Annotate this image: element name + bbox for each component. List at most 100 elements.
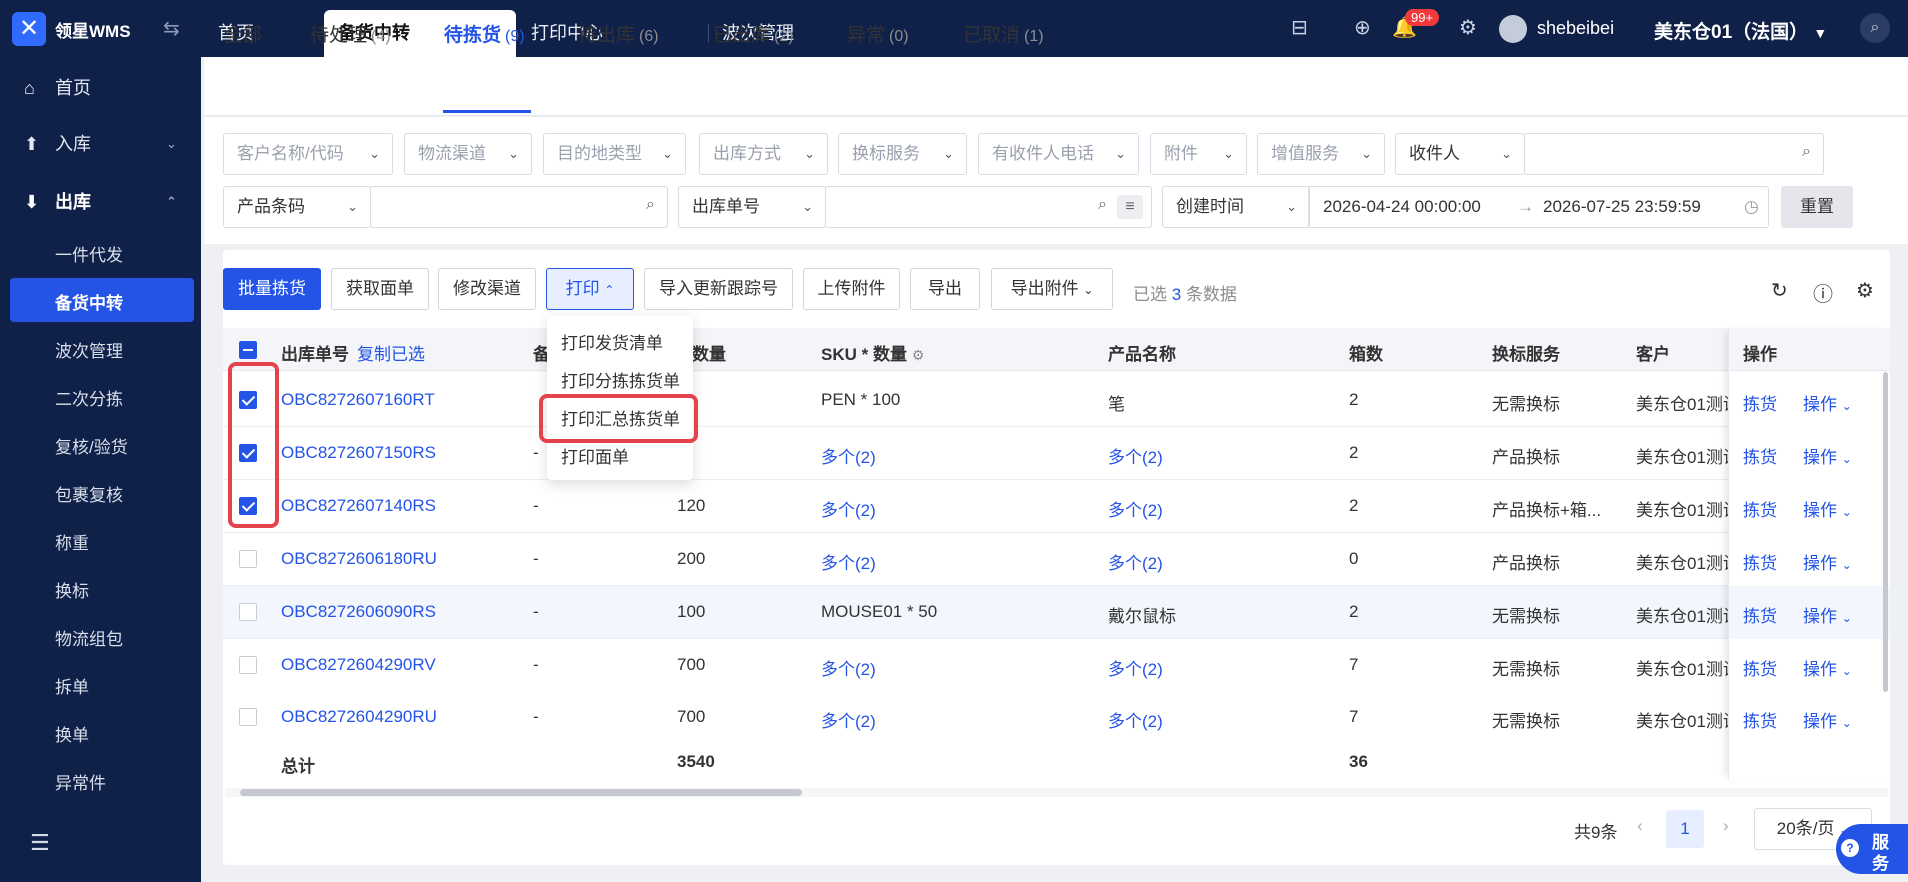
order-field-select[interactable]: 出库单号 ⌄ — [678, 186, 826, 228]
copy-selected-link[interactable]: 复制已选 — [357, 340, 425, 365]
order-no-link[interactable]: OBC8272606180RU — [281, 549, 437, 569]
sidebar-item-secondary-sort[interactable]: 二次分拣 — [55, 385, 123, 410]
row-checkbox[interactable] — [239, 656, 257, 674]
product-cell[interactable]: 多个(2) — [1108, 655, 1163, 680]
multi-line-icon[interactable]: ≡ — [1117, 195, 1143, 219]
sidebar-item-home[interactable]: ⌂ 首页 — [0, 68, 201, 108]
recipient-phone-select[interactable]: 有收件人电话 ⌄ — [978, 133, 1139, 175]
sku-cell[interactable]: 多个(2) — [821, 707, 876, 732]
date-start[interactable]: 2026-04-24 00:00:00 — [1323, 187, 1481, 227]
tab-cancelled[interactable]: 已取消 (1) — [963, 20, 1044, 47]
print-button[interactable]: 打印 ⌃ — [546, 268, 634, 310]
sidebar-item-exception[interactable]: 异常件 — [55, 769, 106, 794]
sidebar-item-logistics-pack[interactable]: 物流组包 — [55, 625, 123, 650]
help-icon[interactable]: ⓘ — [1813, 278, 1833, 307]
tab-to-ship[interactable]: 待出库 (6) — [578, 20, 659, 47]
page-button[interactable]: 1 — [1666, 810, 1704, 848]
destination-type-select[interactable]: 目的地类型 ⌄ — [543, 133, 686, 175]
tab-to-pick[interactable]: 待拣货 (9) — [444, 20, 525, 47]
sidebar-item-review[interactable]: 复核/验货 — [55, 433, 128, 458]
vertical-scrollbar[interactable] — [1883, 372, 1888, 692]
sku-cell[interactable]: 多个(2) — [821, 496, 876, 521]
customer-cell: 美东仓01测试 — [1636, 501, 1728, 520]
get-label-button[interactable]: 获取面单 — [331, 268, 429, 310]
export-attachment-label: 导出附件 — [1010, 279, 1079, 298]
tab-shipped[interactable]: 已出库 (2) — [713, 20, 794, 47]
recipient-field-select[interactable]: 收件人 ⌄ — [1395, 133, 1525, 175]
sidebar-item-wave[interactable]: 波次管理 — [55, 337, 123, 362]
relabel-service-select[interactable]: 换标服务 ⌄ — [838, 133, 967, 175]
next-page-icon[interactable]: › — [1723, 816, 1729, 836]
product-cell[interactable]: 多个(2) — [1108, 549, 1163, 574]
app-logo[interactable]: ✕ — [12, 12, 46, 46]
search-icon[interactable]: ⌕ — [646, 196, 655, 214]
search-icon[interactable]: ⌕ — [1098, 196, 1107, 214]
recipient-search-input[interactable]: ⌕ — [1524, 133, 1824, 175]
warehouse-selector[interactable]: 美东仓01（法国） ▼ — [1654, 17, 1827, 44]
row-checkbox[interactable] — [239, 708, 257, 726]
switch-icon[interactable]: ⇆ — [163, 16, 180, 41]
search-icon[interactable]: ⌕ — [1860, 13, 1890, 43]
row-checkbox[interactable] — [239, 603, 257, 621]
tab-exception[interactable]: 异常 (0) — [847, 20, 909, 47]
row-checkbox[interactable] — [239, 550, 257, 568]
sidebar-item-dropship[interactable]: 一件代发 — [55, 241, 123, 266]
tab-pending[interactable]: 待处理 (4) — [310, 20, 391, 47]
download-icon[interactable]: ⊕ — [1354, 15, 1371, 40]
date-end[interactable]: 2026-07-25 23:59:59 — [1543, 187, 1701, 227]
tab-all[interactable]: 全部 — [224, 20, 262, 47]
sidebar-item-weigh[interactable]: 称重 — [55, 529, 89, 554]
barcode-field-select[interactable]: 产品条码 ⌄ — [223, 186, 371, 228]
export-attachment-button[interactable]: 导出附件 ⌄ — [991, 268, 1113, 310]
sku-cell[interactable]: 多个(2) — [821, 655, 876, 680]
refresh-icon[interactable]: ↻ — [1771, 278, 1788, 303]
barcode-search-input[interactable]: ⌕ — [370, 186, 668, 228]
avatar[interactable] — [1499, 15, 1527, 43]
sidebar-item-relabel[interactable]: 换标 — [55, 577, 89, 602]
export-button[interactable]: 导出 — [910, 268, 980, 310]
select-all-checkbox[interactable] — [239, 341, 257, 359]
attachment-select[interactable]: 附件 ⌄ — [1150, 133, 1247, 175]
menu-item-print-label[interactable]: 打印面单 — [561, 443, 629, 468]
order-no-link[interactable]: OBC8272606090RS — [281, 602, 436, 622]
sidebar-item-package-review[interactable]: 包裹复核 — [55, 481, 123, 506]
sidebar-item-swap[interactable]: 换单 — [55, 721, 89, 746]
order-no-link[interactable]: OBC8272604290RV — [281, 655, 436, 675]
modify-channel-button[interactable]: 修改渠道 — [438, 268, 536, 310]
horizontal-scrollbar[interactable] — [240, 789, 802, 796]
search-icon[interactable]: ⌕ — [1802, 143, 1811, 161]
batch-pick-button[interactable]: 批量拣货 — [223, 268, 321, 310]
prev-page-icon[interactable]: ‹ — [1637, 816, 1643, 836]
order-no-link[interactable]: OBC8272607160RT — [281, 390, 435, 410]
value-added-service-select[interactable]: 增值服务 ⌄ — [1257, 133, 1385, 175]
customer-select[interactable]: 客户名称/代码 ⌄ — [223, 133, 393, 175]
import-tracking-button[interactable]: 导入更新跟踪号 — [644, 268, 793, 310]
username[interactable]: shebeibei — [1537, 18, 1614, 39]
sidebar-item-split[interactable]: 拆单 — [55, 673, 89, 698]
outbound-method-select[interactable]: 出库方式 ⌄ — [699, 133, 828, 175]
sidebar-item-inbound[interactable]: ⬆ 入库 ⌄ — [0, 124, 201, 164]
reset-button[interactable]: 重置 — [1781, 186, 1853, 228]
product-cell[interactable]: 多个(2) — [1108, 443, 1163, 468]
sku-cell[interactable]: 多个(2) — [821, 443, 876, 468]
order-no-link[interactable]: OBC8272604290RU — [281, 707, 437, 727]
sku-cell[interactable]: 多个(2) — [821, 549, 876, 574]
product-cell[interactable]: 多个(2) — [1108, 496, 1163, 521]
order-no-link[interactable]: OBC8272607150RS — [281, 443, 436, 463]
order-no-link[interactable]: OBC8272607140RS — [281, 496, 436, 516]
menu-item-print-shipping-list[interactable]: 打印发货清单 — [561, 329, 663, 354]
column-settings-icon[interactable]: ⚙ — [1856, 278, 1874, 303]
product-cell[interactable]: 多个(2) — [1108, 707, 1163, 732]
sidebar-item-outbound[interactable]: ⬇ 出库 ⌃ — [0, 182, 201, 222]
time-field-select[interactable]: 创建时间 ⌄ — [1162, 186, 1310, 228]
chevron-down-icon: ⌄ — [1083, 283, 1094, 297]
channel-select[interactable]: 物流渠道 ⌄ — [404, 133, 532, 175]
settings-icon[interactable]: ⚙ — [1459, 15, 1477, 40]
date-range-picker[interactable]: 2026-04-24 00:00:00 → 2026-07-25 23:59:5… — [1308, 186, 1769, 228]
menu-item-print-sort-pick-list[interactable]: 打印分拣拣货单 — [561, 367, 680, 392]
customer-service-button[interactable]: ? 服 务 — [1836, 824, 1908, 874]
upload-attachment-button[interactable]: 上传附件 — [803, 268, 900, 310]
collapse-menu-icon[interactable]: ☰ — [30, 830, 50, 856]
order-search-input[interactable]: ⌕ ≡ — [825, 186, 1152, 228]
inbox-icon[interactable]: ⊟ — [1291, 15, 1308, 40]
